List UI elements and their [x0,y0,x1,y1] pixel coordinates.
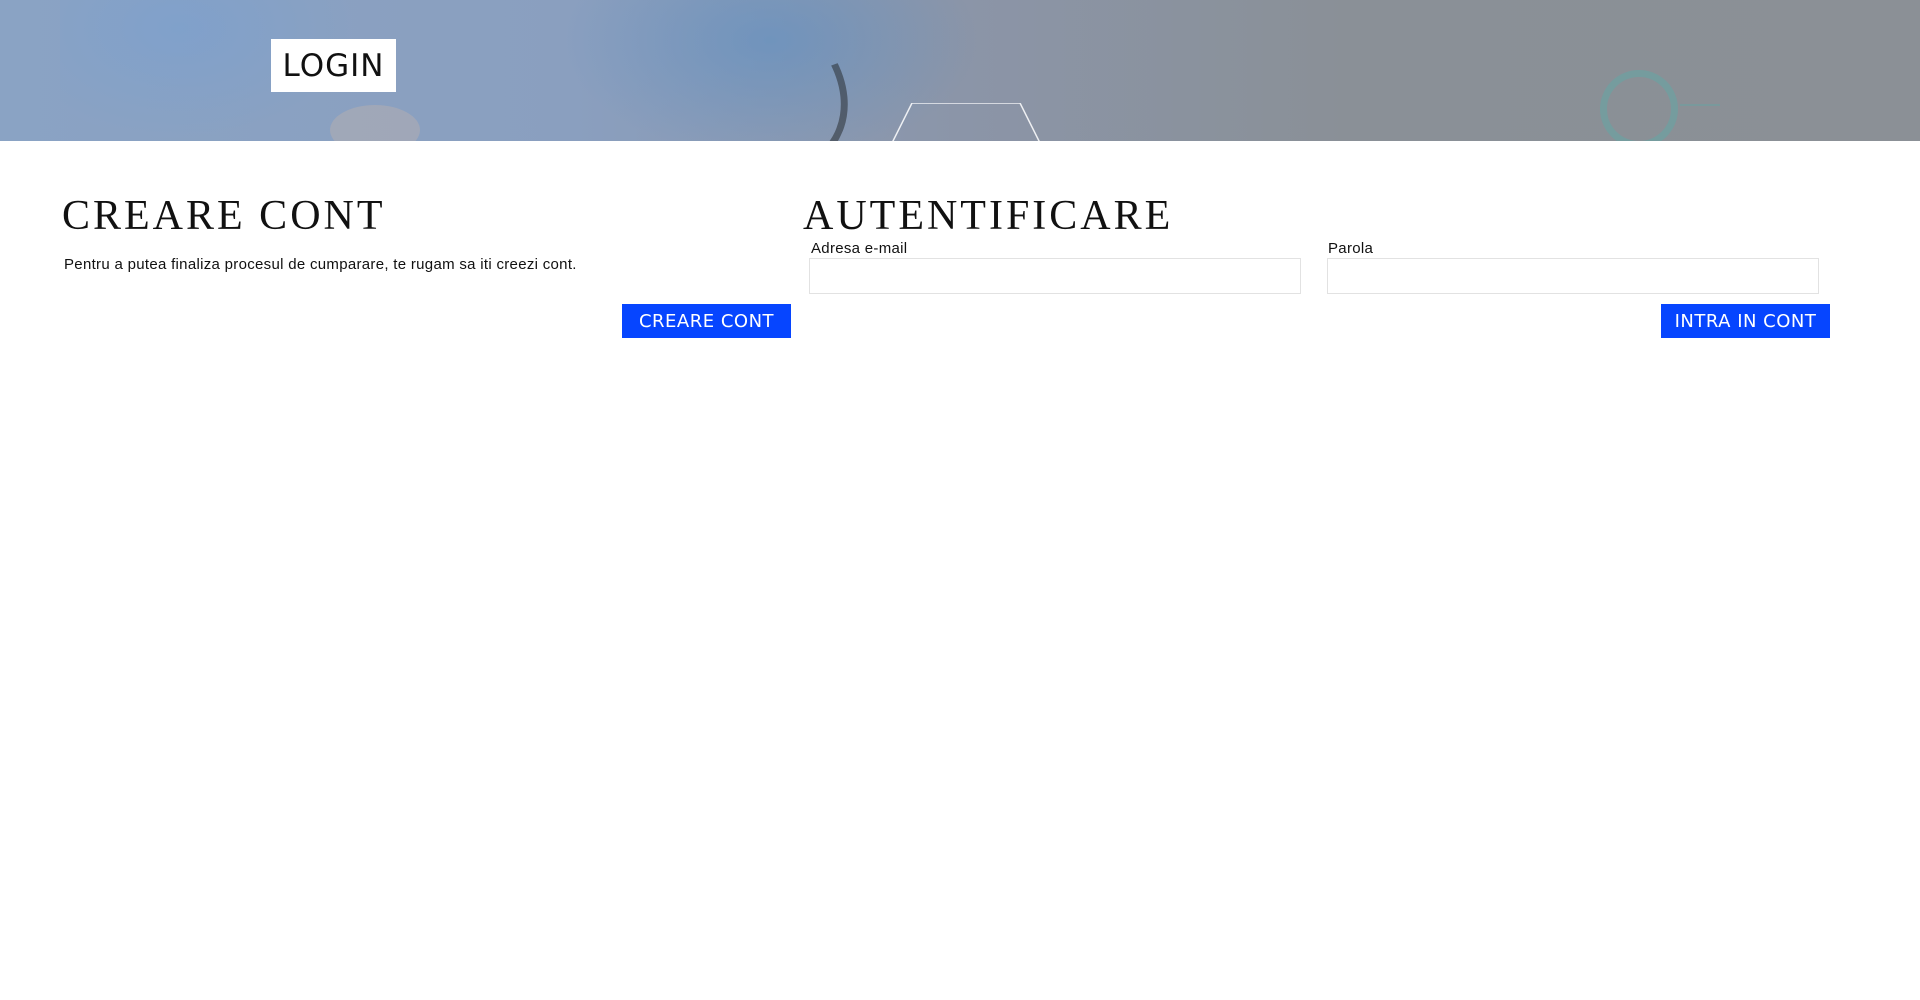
login-button[interactable]: INTRA IN CONT [1661,304,1830,338]
create-account-title: CREARE CONT [62,193,386,239]
hexagon-outline-graphic [892,103,1040,141]
hero-banner: LOGIN [0,0,1920,141]
login-title: AUTENTIFICARE [803,193,1174,239]
ring-graphic [1600,70,1678,141]
password-label: Parola [1328,240,1374,257]
main-content: CREARE CONT Pentru a putea finaliza proc… [0,141,1920,1000]
create-account-button[interactable]: CREARE CONT [622,304,791,338]
page-title-badge: LOGIN [271,39,396,92]
password-field[interactable] [1327,258,1819,294]
ring-line-graphic [1680,104,1720,106]
create-account-description: Pentru a putea finaliza procesul de cump… [64,256,577,273]
email-field[interactable] [809,258,1301,294]
email-label: Adresa e-mail [811,240,908,257]
